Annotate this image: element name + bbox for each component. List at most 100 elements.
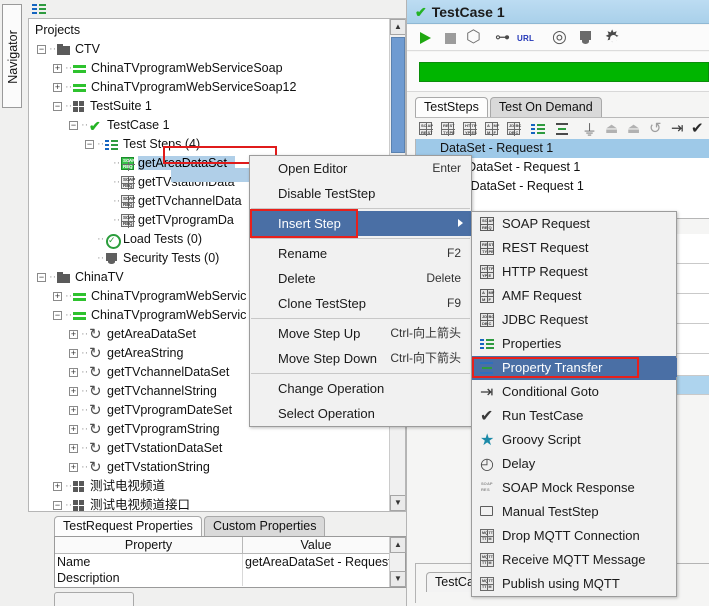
url-icon[interactable]: URL [517,30,534,47]
tree-node-label: getTVprogramDa [138,213,234,228]
jdbc-request-icon[interactable]: JD BC DB C [507,122,521,136]
tree-node[interactable]: + ·· ChinaTVprogramWebServiceSoap [31,59,389,78]
stop-icon[interactable] [443,30,460,47]
scroll-up-button[interactable]: ▲ [390,19,405,35]
collapse-toggle-icon[interactable]: − [37,273,46,283]
scrollbar-thumb[interactable] [391,37,405,153]
tree-node[interactable]: + ·· ChinaTVprogramWebServiceSoap12 [31,78,389,97]
tree-node[interactable]: +·· getTVstationString [31,458,389,477]
submenu-item-manual-teststep[interactable]: Manual TestStep [472,500,676,524]
props-scroll-down-button[interactable]: ▼ [390,571,406,587]
table-row[interactable]: Description [55,570,405,586]
expand-toggle-icon[interactable]: + [69,406,78,416]
submenu-item-run-testcase[interactable]: Run TestCase [472,404,676,429]
tab-testrequest-properties[interactable]: TestRequest Properties [54,516,202,536]
expand-toggle-icon[interactable]: + [69,368,78,378]
expand-toggle-icon[interactable]: + [69,330,78,340]
rest-request-icon[interactable]: RE ST TY PE [441,122,455,136]
expand-toggle-icon[interactable]: + [69,349,78,359]
tree-node[interactable]: + ·· 测试电视频道 [31,477,389,496]
gray-up-icon[interactable] [605,120,620,137]
tree-node[interactable]: − ·· CTV [31,40,389,59]
collapse-toggle-icon[interactable]: − [53,311,62,321]
expand-toggle-icon[interactable]: + [69,425,78,435]
tree-node-label: 测试电视频道接口 [90,498,191,512]
expand-toggle-icon[interactable]: + [53,83,62,93]
context-menu-item-move-step-down[interactable]: Move Step Down Ctrl-向下箭头 [250,346,471,371]
property-value-cell[interactable] [243,570,389,586]
context-menu-item-delete[interactable]: Delete Delete [250,266,471,291]
funnel-icon[interactable] [581,119,597,140]
loadtest-icon [105,231,121,250]
submenu-item-conditional-goto[interactable]: Conditional Goto [472,380,676,405]
collapse-toggle-icon[interactable]: − [37,45,46,55]
collapse-toggle-icon[interactable]: − [53,102,62,112]
submenu-item-receive-mqtt-message[interactable]: MQ TT TT M Receive MQTT Message [472,548,676,572]
expand-toggle-icon[interactable]: + [53,482,62,492]
tab-teststeps[interactable]: TestSteps [415,97,488,117]
soap-request-step-icon: SO AP RE Q [121,157,136,172]
submenu-item-soap-mock-response[interactable]: SO AP RE S SOAP Mock Response [472,476,676,500]
submenu-item-jdbc-request[interactable]: JD BC DB C JDBC Request [472,308,676,332]
soap-request-icon[interactable]: SO AP RE ST [419,122,433,136]
properties-scrollbar[interactable]: ▲ ▼ [389,537,406,587]
context-menu-item-select-operation[interactable]: Select Operation [250,401,471,426]
navigator-tab[interactable]: Navigator [2,4,22,108]
context-menu-item-move-step-up[interactable]: Move Step Up Ctrl-向上箭头 [250,321,471,346]
tab-test-on-demand[interactable]: Test On Demand [489,97,602,117]
tree-node[interactable]: −·· TestCase 1 [31,116,389,136]
props-scroll-up-button[interactable]: ▲ [390,537,406,553]
context-menu-item-clone-teststep[interactable]: Clone TestStep F9 [250,291,471,316]
teststep-context-menu[interactable]: Open Editor Enter Disable TestStep Insert S… [249,155,472,427]
submenu-item-properties[interactable]: Properties [472,332,676,356]
http-request-icon[interactable]: HT TP YP ES [463,122,477,136]
collapse-toggle-icon[interactable]: − [85,140,94,150]
scroll-down-button[interactable]: ▼ [390,495,405,511]
properties-list-icon[interactable] [32,4,46,15]
submenu-item-http-request[interactable]: HT TP YP E HTTP Request [472,260,676,284]
submenu-item-delay[interactable]: Delay [472,452,676,477]
context-menu-item-change-operation[interactable]: Change Operation [250,376,471,401]
property-transfer-icon[interactable] [555,122,570,137]
insert-step-submenu[interactable]: SO AP RE Q SOAP Request RE ST TY PE REST Request H… [471,211,677,597]
submenu-item-publish-using-mqtt[interactable]: MQ TT TT M Publish using MQTT [472,572,676,596]
security-shield-icon[interactable] [577,30,594,47]
property-value-cell[interactable]: getAreaDataSet - Request 1 [243,554,389,570]
tree-node[interactable]: − ·· TestSuite 1 [31,97,389,116]
collapse-toggle-icon[interactable]: − [69,121,78,131]
submenu-item-amf-request[interactable]: A MF M F AMF Request [472,284,676,308]
gear-icon[interactable] [605,27,622,47]
context-menu-item-open-editor[interactable]: Open Editor Enter [250,156,471,181]
conditional-goto-icon[interactable] [671,119,686,137]
amf-request-icon[interactable]: A MF M F [485,122,499,136]
page-title: TestCase 1 [431,4,505,20]
context-menu-item-disable-teststep[interactable]: Disable TestStep [250,181,471,206]
expand-toggle-icon[interactable]: + [53,292,62,302]
submenu-item-groovy-script[interactable]: Groovy Script [472,428,676,453]
target-icon[interactable] [552,27,569,47]
testcase-tabs[interactable]: TestSteps Test On Demand [415,97,602,117]
loop-icon[interactable] [649,119,664,137]
tab-custom-properties[interactable]: Custom Properties [203,516,326,536]
properties-icon[interactable] [531,122,546,137]
tree-node-label: getTVchannelString [107,384,217,399]
submenu-item-drop-mqtt-connection[interactable]: MQ TT TT M Drop MQTT Connection [472,524,676,548]
table-row[interactable]: Name getAreaDataSet - Request 1 [55,554,405,570]
expand-toggle-icon[interactable]: + [69,387,78,397]
run-icon[interactable] [417,30,434,47]
check-icon[interactable] [691,119,706,137]
collapse-toggle-icon[interactable]: − [53,501,62,511]
loop-icon[interactable] [466,27,483,47]
tree-node[interactable]: − ·· 测试电视频道接口 [31,496,389,512]
context-menu-item-rename[interactable]: Rename F2 [250,241,471,266]
key-icon[interactable] [495,28,512,47]
expand-toggle-icon[interactable]: + [53,64,62,74]
expand-toggle-icon[interactable]: + [69,444,78,454]
tree-node[interactable]: +·· getTVstationDataSet [31,439,389,458]
properties-tabs[interactable]: TestRequest Properties Custom Properties [54,516,326,536]
properties-bottom-tab[interactable] [54,592,134,606]
expand-toggle-icon[interactable]: + [69,463,78,473]
submenu-item-soap-request[interactable]: SO AP RE Q SOAP Request [472,212,676,236]
submenu-item-rest-request[interactable]: RE ST TY PE REST Request [472,236,676,260]
gray-down-icon[interactable] [627,120,642,137]
